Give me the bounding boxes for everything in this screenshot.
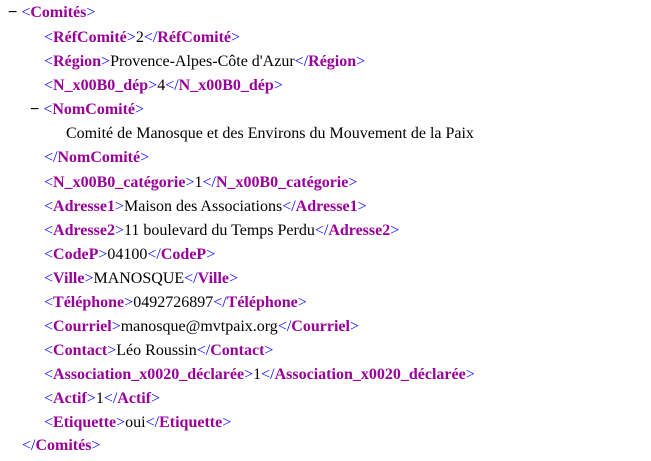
- element-close-tag: Actif: [117, 390, 152, 407]
- element-open-tag: Courriel: [53, 318, 112, 335]
- element-close-tag: Ville: [197, 270, 230, 287]
- element-open-tag: Téléphone: [53, 294, 125, 311]
- element-close-tag: N_x00B0_dép: [178, 77, 274, 94]
- element-value: Maison des Associations: [123, 198, 283, 215]
- root-close-tag: Comités: [35, 437, 92, 454]
- element-close-tag: Région: [308, 53, 357, 70]
- element-value: 2: [135, 29, 144, 46]
- element-close-tag: Courriel: [291, 318, 350, 335]
- nomcomite-close-line: </NomComité>: [44, 149, 150, 166]
- collapse-root-toggle[interactable]: −: [8, 3, 17, 23]
- element-line-ville: <Ville>MANOSQUE</Ville>: [44, 270, 239, 287]
- element-value: Provence-Alpes-Côte d'Azur: [110, 53, 295, 70]
- element-line-codep: <CodeP>04100</CodeP>: [44, 246, 216, 263]
- element-line-courriel: <Courriel>manosque@mvtpaix.org</Courriel…: [44, 318, 359, 335]
- element-close-tag: Contact: [210, 342, 265, 359]
- element-open-tag: Etiquette: [53, 414, 117, 431]
- element-open-tag: N_x00B0_catégorie: [53, 174, 186, 191]
- element-open-tag: N_x00B0_dép: [53, 77, 149, 94]
- element-close-tag: Téléphone: [226, 294, 298, 311]
- element-value: 11 boulevard du Temps Perdu: [123, 222, 315, 239]
- nomcomite-open-tag: NomComité: [52, 101, 136, 118]
- element-open-tag: Contact: [53, 342, 108, 359]
- nomcomite-text-line: Comité de Manosque et des Environs du Mo…: [66, 124, 474, 144]
- element-value: 1: [95, 390, 104, 407]
- nomcomite-close-tag: NomComité: [57, 149, 141, 166]
- element-line-adresse1: <Adresse1>Maison des Associations</Adres…: [44, 198, 367, 215]
- element-value: Léo Roussin: [116, 342, 197, 359]
- element-line-adresse2: <Adresse2>11 boulevard du Temps Perdu</A…: [44, 222, 400, 239]
- nomcomite-value: Comité de Manosque et des Environs du Mo…: [66, 125, 474, 142]
- element-line-etiquette: <Etiquette>oui</Etiquette>: [44, 414, 232, 431]
- element-value: 1: [253, 366, 262, 383]
- element-value: 0492726897: [133, 294, 214, 311]
- element-close-tag: Association_x0020_déclarée: [274, 366, 466, 383]
- element-open-tag: RéfComité: [53, 29, 127, 46]
- element-line-refcomite: <RéfComité>2</RéfComité>: [44, 29, 241, 46]
- element-line-telephone: <Téléphone>0492726897</Téléphone>: [44, 294, 307, 311]
- element-line-actif: <Actif>1</Actif>: [44, 390, 161, 407]
- root-close-line: </Comités>: [22, 437, 101, 454]
- element-value: manosque@mvtpaix.org: [120, 318, 278, 335]
- element-line-categorie: <N_x00B0_catégorie>1</N_x00B0_catégorie>: [44, 174, 358, 191]
- element-value: 4: [157, 77, 166, 94]
- element-open-tag: Adresse2: [53, 222, 115, 239]
- element-close-tag: Adresse2: [328, 222, 391, 239]
- nomcomite-open-line: − <NomComité>: [30, 100, 145, 120]
- element-line-contact: <Contact>Léo Roussin</Contact>: [44, 342, 274, 359]
- element-open-tag: Ville: [53, 270, 85, 287]
- element-open-tag: CodeP: [53, 246, 99, 263]
- element-close-tag: N_x00B0_catégorie: [215, 174, 349, 191]
- element-open-tag: Actif: [53, 390, 87, 407]
- element-value: MANOSQUE: [93, 270, 185, 287]
- root-open-tag: Comités: [30, 4, 87, 21]
- element-open-tag: Région: [53, 53, 102, 70]
- element-line-dep: <N_x00B0_dép>4</N_x00B0_dép>: [44, 77, 283, 94]
- xml-tree-view: − <Comités> <RéfComité>2</RéfComité> <Ré…: [0, 0, 651, 461]
- element-open-tag: Adresse1: [53, 198, 115, 215]
- element-close-tag: CodeP: [160, 246, 207, 263]
- element-close-tag: Adresse1: [295, 198, 358, 215]
- element-close-tag: Etiquette: [159, 414, 223, 431]
- element-line-region: <Région>Provence-Alpes-Côte d'Azur</Régi…: [44, 53, 366, 70]
- collapse-nomcomite-toggle[interactable]: −: [30, 100, 39, 120]
- element-line-association: <Association_x0020_déclarée>1</Associati…: [44, 366, 475, 383]
- element-open-tag: Association_x0020_déclarée: [53, 366, 245, 383]
- element-value: oui: [125, 414, 146, 431]
- root-open-line: − <Comités>: [8, 3, 96, 23]
- element-value: 04100: [107, 246, 148, 263]
- element-close-tag: RéfComité: [157, 29, 232, 46]
